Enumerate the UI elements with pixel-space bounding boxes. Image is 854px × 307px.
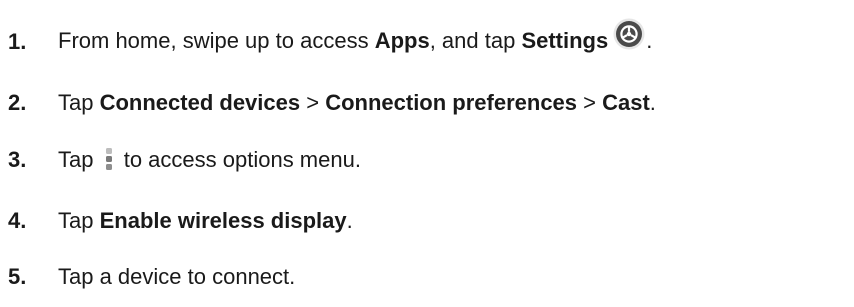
instruction-steps: 1. From home, swipe up to access Apps, a… [0,0,854,307]
bold-term-connection-preferences: Connection preferences [325,90,578,115]
text-segment: . [346,208,353,233]
bold-term-settings: Settings [521,27,609,53]
step-number: 4. [8,208,27,233]
bold-term-connected-devices: Connected devices [99,90,301,115]
step-text: Tap to access options menu. [58,145,361,175]
text-segment: Tap [58,208,100,233]
bold-term-enable-wireless-display: Enable wireless display [99,208,347,233]
step-number: 5. [8,264,27,289]
more-options-kebab-icon [104,147,114,171]
bold-term-apps: Apps [374,27,430,53]
step-4: 4. Tap Enable wireless display. [8,206,353,236]
text-segment: > [577,90,603,115]
step-1: 1. From home, swipe up to access Apps, a… [8,18,653,58]
step-3: 3. Tap to access options menu. [8,145,361,175]
text-segment: Tap [58,90,100,115]
settings-gear-icon [613,18,645,50]
step-text: Tap a device to connect. [58,262,295,292]
step-text: Tap Enable wireless display. [58,206,353,236]
text-segment: to access options menu. [117,147,361,172]
step-2: 2. Tap Connected devices > Connection pr… [8,88,656,118]
step-text: Tap Connected devices > Connection prefe… [58,88,656,118]
text-segment: Tap a device to connect. [58,264,296,289]
step-text: From home, swipe up to access Apps, and … [58,18,653,58]
step-5: 5. Tap a device to connect. [8,262,295,292]
text-segment: . [646,27,653,53]
text-segment: Tap [58,147,100,172]
step-number: 3. [8,147,27,172]
text-segment: , and tap [429,27,522,53]
step-number: 2. [8,90,27,115]
bold-term-cast: Cast [602,90,650,115]
text-segment: . [649,90,656,115]
text-segment: From home, swipe up to access [58,27,375,53]
step-number: 1. [8,29,27,54]
text-segment: > [300,90,326,115]
